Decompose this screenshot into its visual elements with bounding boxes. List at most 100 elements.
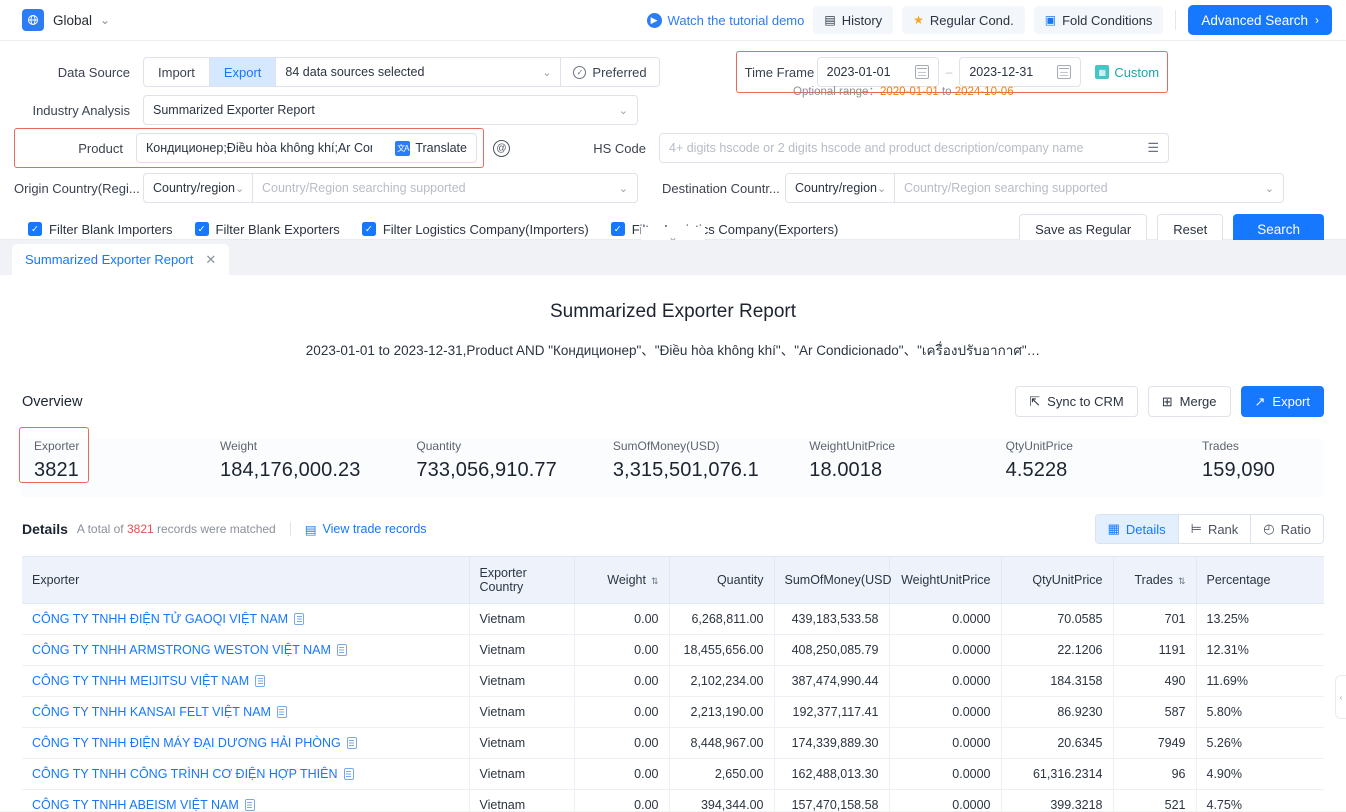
chevron-down-icon[interactable]: ⌄ bbox=[100, 13, 110, 27]
exporter-name: CÔNG TY TNHH ĐIỆN MÁY ĐẠI DƯƠNG HẢI PHÒN… bbox=[32, 736, 341, 750]
hs-code-input[interactable]: 4+ digits hscode or 2 digits hscode and … bbox=[659, 133, 1169, 163]
view-trade-records-link[interactable]: ▤ View trade records bbox=[305, 522, 427, 537]
col-trades[interactable]: Trades ⇅ bbox=[1113, 556, 1197, 604]
col-weightunitprice[interactable]: WeightUnitPrice bbox=[889, 556, 1002, 604]
custom-range-button[interactable]: ▦ Custom bbox=[1095, 65, 1159, 80]
data-sources-value: 84 data sources selected bbox=[285, 65, 425, 79]
sort-icon[interactable]: ⇅ bbox=[1178, 577, 1186, 586]
copy-icon[interactable] bbox=[346, 737, 357, 749]
chevron-down-icon: ⌄ bbox=[1264, 182, 1274, 195]
calendar-icon bbox=[914, 65, 929, 79]
merge-button[interactable]: ⊞ Merge bbox=[1147, 386, 1231, 417]
view-tab-ratio[interactable]: ◴ Ratio bbox=[1250, 515, 1323, 543]
table-row[interactable]: CÔNG TY TNHH ĐIỆN MÁY ĐẠI DƯƠNG HẢI PHÒN… bbox=[22, 727, 1324, 759]
copy-icon[interactable] bbox=[276, 706, 287, 718]
copy-icon[interactable] bbox=[343, 768, 354, 780]
checkbox-label: Filter Blank Importers bbox=[49, 221, 173, 237]
data-sources-select[interactable]: 84 data sources selected ⌄ bbox=[276, 57, 562, 87]
col-exporter-country[interactable]: Exporter Country bbox=[469, 556, 575, 604]
sync-to-crm-button[interactable]: ⇱ Sync to CRM bbox=[1015, 386, 1138, 417]
cell-weight: 0.00 bbox=[574, 665, 670, 697]
cell-exporter[interactable]: CÔNG TY TNHH ĐIỆN MÁY ĐẠI DƯƠNG HẢI PHÒN… bbox=[22, 727, 470, 759]
sort-icon[interactable]: ⇅ bbox=[651, 577, 659, 586]
cell-qup: 184.3158 bbox=[1001, 665, 1114, 697]
col-exporter[interactable]: Exporter bbox=[22, 556, 470, 604]
cell-trades: 7949 bbox=[1113, 727, 1197, 759]
translate-button[interactable]: 文A Translate bbox=[389, 140, 467, 156]
exporter-name: CÔNG TY TNHH ABEISM VIỆT NAM bbox=[32, 798, 239, 812]
table-row[interactable]: CÔNG TY TNHH MEIJITSU VIỆT NAM Vietnam 0… bbox=[22, 665, 1324, 697]
industry-value: Summarized Exporter Report bbox=[153, 103, 315, 117]
cell-exporter[interactable]: CÔNG TY TNHH ARMSTRONG WESTON VIỆT NAM bbox=[22, 634, 470, 666]
metric-key: SumOfMoney(USD) bbox=[612, 439, 720, 453]
close-icon[interactable]: ✕ bbox=[205, 252, 216, 268]
col-label: Trades bbox=[1134, 573, 1173, 587]
table-row[interactable]: CÔNG TY TNHH CÔNG TRÌNH CƠ ĐIỆN HỢP THIÊ… bbox=[22, 758, 1324, 790]
details-total-prefix: A total of bbox=[76, 522, 124, 536]
cell-wup: 0.0000 bbox=[889, 603, 1002, 635]
cell-exporter[interactable]: CÔNG TY TNHH ĐIỆN TỬ GAOQI VIỆT NAM bbox=[22, 603, 470, 635]
cell-quantity: 2,102,234.00 bbox=[669, 665, 775, 697]
watch-tutorial-label: Watch the tutorial demo bbox=[667, 12, 805, 28]
time-frame-label: Time Frame bbox=[744, 64, 815, 80]
col-label: Weight bbox=[607, 573, 646, 587]
cell-qup: 22.1206 bbox=[1001, 634, 1114, 666]
industry-select[interactable]: Summarized Exporter Report ⌄ bbox=[143, 95, 638, 125]
cell-sum: 439,183,533.58 bbox=[774, 603, 890, 635]
checkbox-filter-blank-importers[interactable]: ✓ Filter Blank Importers bbox=[28, 222, 173, 237]
table-row[interactable]: CÔNG TY TNHH ARMSTRONG WESTON VIỆT NAM V… bbox=[22, 634, 1324, 666]
row-product: Product Кондиционер;Điều hòa không khí;A… bbox=[0, 127, 1346, 169]
check-icon: ✓ bbox=[361, 222, 376, 236]
table-row[interactable]: CÔNG TY TNHH ĐIỆN TỬ GAOQI VIỆT NAM Viet… bbox=[22, 603, 1324, 635]
copy-icon[interactable] bbox=[244, 799, 255, 811]
tab-summarized-exporter-report[interactable]: Summarized Exporter Report ✕ bbox=[12, 244, 230, 275]
advanced-search-button[interactable]: Advanced Search › bbox=[1188, 5, 1332, 35]
col-qtyunitprice[interactable]: QtyUnitPrice bbox=[1001, 556, 1114, 604]
cell-exporter[interactable]: CÔNG TY TNHH ABEISM VIỆT NAM bbox=[22, 789, 470, 812]
cell-weight: 0.00 bbox=[574, 758, 670, 790]
preferred-button[interactable]: ✓ Preferred bbox=[561, 57, 660, 87]
view-tab-rank[interactable]: ⊨ Rank bbox=[1177, 515, 1251, 543]
history-button[interactable]: ▤ History bbox=[813, 6, 894, 34]
calendar-icon bbox=[1057, 65, 1072, 79]
checkbox-filter-blank-exporters[interactable]: ✓ Filter Blank Exporters bbox=[194, 222, 340, 237]
product-input[interactable]: Кондиционер;Điều hòa không khí;Ar Condic… bbox=[136, 133, 477, 163]
product-helper-icon[interactable]: @ bbox=[493, 139, 510, 157]
cell-exporter[interactable]: CÔNG TY TNHH CÔNG TRÌNH CƠ ĐIỆN HỢP THIÊ… bbox=[22, 758, 470, 790]
table-row[interactable]: CÔNG TY TNHH ABEISM VIỆT NAM Vietnam 0.0… bbox=[22, 789, 1324, 812]
destination-country-input[interactable]: Country/Region searching supported ⌄ bbox=[895, 173, 1284, 203]
destination-type-select[interactable]: Country/region ⌄ bbox=[785, 173, 895, 203]
metric-value: 3,315,501,076.1 bbox=[612, 459, 759, 481]
col-weight[interactable]: Weight ⇅ bbox=[574, 556, 670, 604]
list-icon[interactable]: ☰ bbox=[1147, 140, 1159, 156]
copy-icon[interactable] bbox=[255, 675, 266, 687]
cell-quantity: 2,650.00 bbox=[669, 758, 775, 790]
cell-qup: 86.9230 bbox=[1001, 696, 1114, 728]
copy-icon[interactable] bbox=[336, 644, 347, 656]
import-toggle[interactable]: Import bbox=[144, 58, 209, 86]
product-value: Кондиционер;Điều hòa không khí;Ar Condic… bbox=[146, 141, 372, 155]
copy-icon[interactable] bbox=[294, 613, 305, 625]
checkbox-filter-logistics-importers[interactable]: ✓ Filter Logistics Company(Importers) bbox=[361, 222, 589, 237]
col-percentage[interactable]: Percentage bbox=[1196, 556, 1324, 604]
export-toggle[interactable]: Export bbox=[208, 58, 276, 86]
origin-country-input[interactable]: Country/Region searching supported ⌄ bbox=[253, 173, 638, 203]
fold-conditions-button[interactable]: ▣ Fold Conditions bbox=[1033, 6, 1164, 34]
cell-quantity: 394,344.00 bbox=[669, 789, 775, 812]
chevron-down-icon: ⌄ bbox=[618, 182, 628, 195]
col-quantity[interactable]: Quantity bbox=[669, 556, 775, 604]
col-sumofmoney[interactable]: SumOfMoney(USD bbox=[774, 556, 891, 604]
cell-country: Vietnam bbox=[469, 789, 575, 812]
cell-wup: 0.0000 bbox=[889, 634, 1002, 666]
table-row[interactable]: CÔNG TY TNHH KANSAI FELT VIỆT NAM Vietna… bbox=[22, 696, 1324, 728]
view-tab-details[interactable]: ▦ Details bbox=[1095, 515, 1178, 543]
sidebar-collapse-toggle[interactable]: ‹ bbox=[1335, 675, 1346, 719]
cell-exporter[interactable]: CÔNG TY TNHH KANSAI FELT VIỆT NAM bbox=[22, 696, 470, 728]
cell-exporter[interactable]: CÔNG TY TNHH MEIJITSU VIỆT NAM bbox=[22, 665, 470, 697]
cell-percentage: 11.69% bbox=[1196, 665, 1324, 697]
origin-type-select[interactable]: Country/region ⌄ bbox=[143, 173, 253, 203]
regular-cond-button[interactable]: ★ Regular Cond. bbox=[902, 6, 1025, 34]
export-button[interactable]: ↗ Export bbox=[1240, 386, 1324, 417]
watch-tutorial-link[interactable]: ▶ Watch the tutorial demo bbox=[646, 12, 805, 28]
exporter-name: CÔNG TY TNHH CÔNG TRÌNH CƠ ĐIỆN HỢP THIÊ… bbox=[32, 767, 338, 781]
